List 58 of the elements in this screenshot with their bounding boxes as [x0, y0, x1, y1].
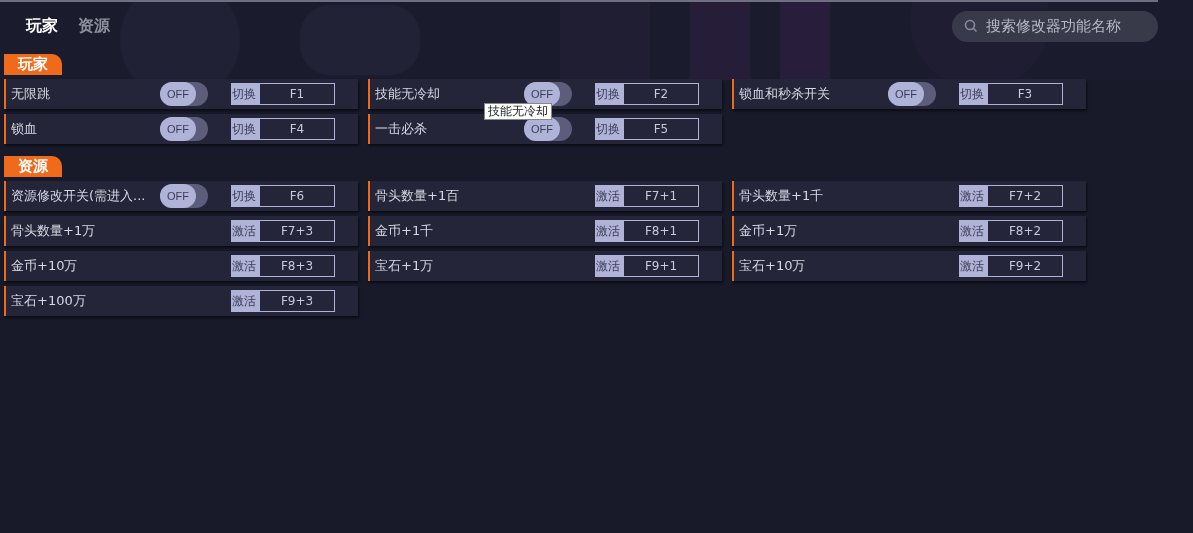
cheat-name: 锁血和秒杀开关 [739, 85, 831, 103]
cheat-name: 技能无冷却 [375, 85, 441, 103]
hotkey-field[interactable]: F4 [259, 118, 335, 140]
hotkey-field[interactable]: F3 [987, 83, 1063, 105]
search-icon [964, 19, 978, 33]
toggle-switch[interactable]: OFF [524, 82, 572, 106]
hotkey-field[interactable]: F2 [623, 83, 699, 105]
section-label: 玩家 [4, 54, 62, 75]
action-label: 切换 [231, 83, 259, 105]
action-label: 切换 [595, 83, 623, 105]
action-label: 激活 [595, 255, 623, 277]
hotkey-field[interactable]: F8+2 [987, 220, 1063, 242]
action-label: 切换 [959, 83, 987, 105]
toggle-switch[interactable]: OFF [160, 117, 208, 141]
hotkey-field[interactable]: F7+1 [623, 185, 699, 207]
cheat-name: 金币+10万 [11, 257, 79, 275]
section-label: 资源 [4, 156, 62, 177]
hotkey-field[interactable]: F9+1 [623, 255, 699, 277]
cheat-name: 宝石+10万 [739, 257, 807, 275]
cheat-name: 骨头数量+1万 [11, 222, 97, 240]
action-label: 激活 [595, 220, 623, 242]
toggle-switch[interactable]: OFF [524, 117, 572, 141]
cheat-name: 宝石+100万 [11, 292, 87, 310]
hotkey-field[interactable]: F8+3 [259, 255, 335, 277]
hotkey-field[interactable]: F7+2 [987, 185, 1063, 207]
cheat-name: 锁血 [11, 120, 38, 138]
toggle-switch[interactable]: OFF [160, 184, 208, 208]
cheat-name: 一击必杀 [375, 120, 428, 138]
tooltip: 技能无冷却 [484, 103, 552, 120]
cheat-name: 骨头数量+1百 [375, 187, 461, 205]
action-label: 激活 [959, 185, 987, 207]
action-label: 激活 [231, 255, 259, 277]
cheat-name: 金币+1万 [739, 222, 799, 240]
cheat-name: 骨头数量+1千 [739, 187, 825, 205]
hotkey-field[interactable]: F6 [259, 185, 335, 207]
search-field[interactable]: 搜索修改器功能名称 [952, 10, 1158, 42]
cheat-name: 宝石+1万 [375, 257, 435, 275]
action-label: 切换 [231, 118, 259, 140]
toggle-switch[interactable]: OFF [160, 82, 208, 106]
cheat-name: 资源修改开关(需进入... [11, 187, 147, 205]
action-label: 切换 [595, 118, 623, 140]
cheat-name: 金币+1千 [375, 222, 435, 240]
hotkey-field[interactable]: F8+1 [623, 220, 699, 242]
tab[interactable]: 玩家 [18, 15, 66, 37]
action-label: 激活 [959, 220, 987, 242]
action-label: 激活 [959, 255, 987, 277]
tab[interactable]: 资源 [70, 15, 118, 37]
action-label: 激活 [595, 185, 623, 207]
action-label: 激活 [231, 290, 259, 312]
cheat-name: 无限跳 [11, 85, 51, 103]
hotkey-field[interactable]: F1 [259, 83, 335, 105]
toggle-switch[interactable]: OFF [888, 82, 936, 106]
hotkey-field[interactable]: F5 [623, 118, 699, 140]
action-label: 激活 [231, 220, 259, 242]
hotkey-field[interactable]: F9+2 [987, 255, 1063, 277]
hotkey-field[interactable]: F9+3 [259, 290, 335, 312]
action-label: 切换 [231, 185, 259, 207]
hotkey-field[interactable]: F7+3 [259, 220, 335, 242]
